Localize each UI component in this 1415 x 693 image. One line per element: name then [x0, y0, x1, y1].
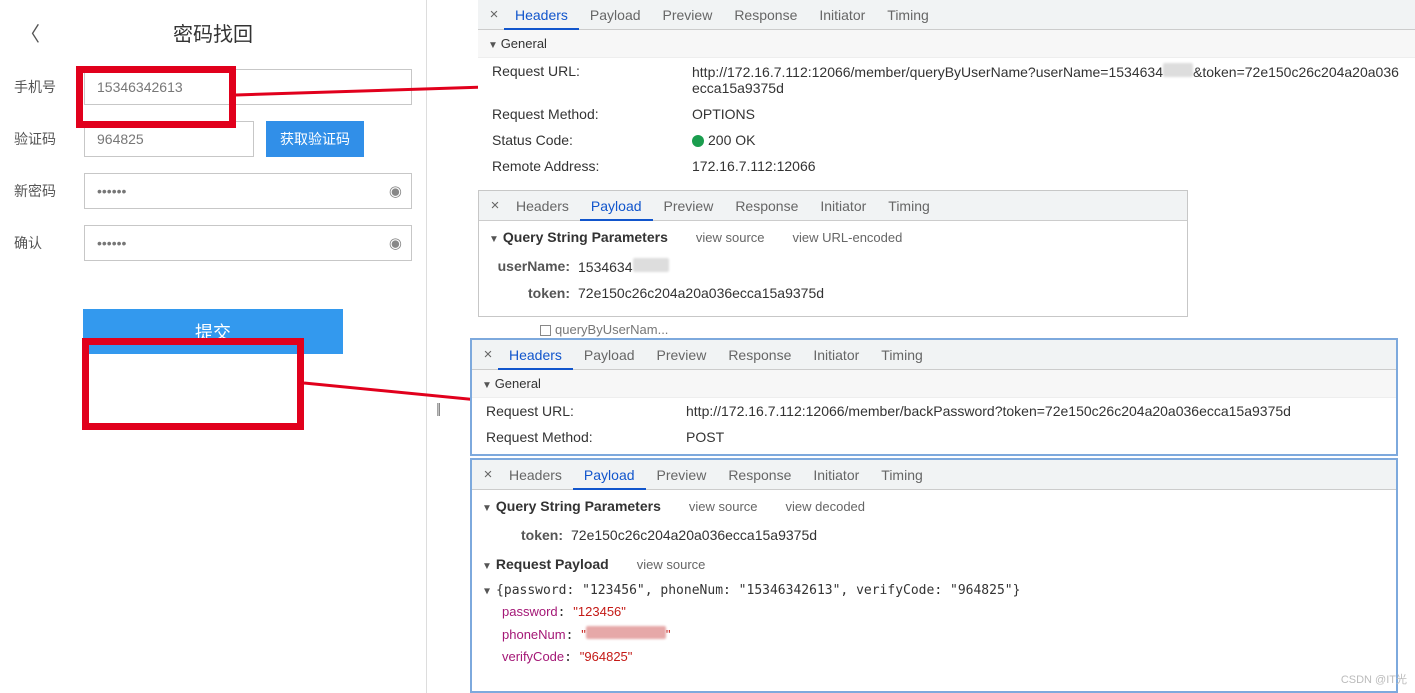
username-key: userName: — [493, 258, 578, 275]
general-section[interactable]: General — [472, 370, 1396, 398]
tab-preview[interactable]: Preview — [653, 191, 725, 221]
page-title: 密码找回 — [20, 18, 406, 47]
view-url-encoded-link[interactable]: view URL-encoded — [793, 230, 903, 245]
get-code-button[interactable]: 获取验证码 — [266, 121, 364, 157]
code-row: 验证码 获取验证码 — [0, 113, 426, 165]
phone-input[interactable] — [84, 69, 412, 105]
token-key: token: — [493, 285, 578, 301]
tab-initiator[interactable]: Initiator — [809, 191, 877, 221]
newpwd-label: 新密码 — [14, 181, 84, 201]
req-method-label: Request Method: — [492, 106, 692, 122]
tab-payload[interactable]: Payload — [580, 191, 653, 221]
drag-handle-icon[interactable]: || — [436, 400, 439, 416]
devtools-panel-2: × Headers Payload Preview Response Initi… — [478, 190, 1188, 317]
devtools-panel-1: × Headers Payload Preview Response Initi… — [478, 0, 1415, 190]
req-url-value: http://172.16.7.112:12066/member/backPas… — [686, 403, 1382, 419]
confirm-row: 确认 ◉ — [0, 217, 426, 269]
view-source-link[interactable]: view source — [689, 499, 758, 514]
tab-preview[interactable]: Preview — [646, 460, 718, 490]
view-decoded-link[interactable]: view decoded — [786, 499, 866, 514]
tab-headers[interactable]: Headers — [498, 340, 573, 370]
req-method-value: OPTIONS — [692, 106, 1401, 122]
req-method-label: Request Method: — [486, 429, 686, 445]
devtools-panel-3: × Headers Payload Preview Response Initi… — [470, 338, 1398, 456]
code-input[interactable] — [84, 121, 254, 157]
payload-raw: {password: "123456", phoneNum: "15346342… — [472, 580, 1396, 601]
close-icon[interactable]: × — [478, 466, 498, 483]
tab-response[interactable]: Response — [717, 340, 802, 370]
code-label: 验证码 — [14, 129, 84, 149]
req-url-value: http://172.16.7.112:12066/member/queryBy… — [692, 63, 1401, 96]
view-source-link[interactable]: view source — [637, 557, 706, 572]
submit-button[interactable]: 提交 — [83, 309, 343, 354]
newpwd-row: 新密码 ◉ — [0, 165, 426, 217]
devtools-panel-4: × Headers Payload Preview Response Initi… — [470, 458, 1398, 693]
tab-initiator[interactable]: Initiator — [802, 460, 870, 490]
username-value: 1534634 — [578, 258, 1173, 275]
status-value: 200 OK — [692, 132, 1401, 148]
password-recovery-form: 〈 密码找回 手机号 验证码 获取验证码 新密码 ◉ 确认 ◉ 提交 — [0, 0, 427, 693]
qsp-header[interactable]: Query String Parametersview sourceview U… — [479, 221, 1187, 253]
tab-initiator[interactable]: Initiator — [808, 0, 876, 30]
tab-headers[interactable]: Headers — [505, 191, 580, 221]
newpwd-input[interactable] — [84, 173, 412, 209]
network-request-item[interactable]: queryByUserNam... — [540, 322, 668, 337]
tab-headers[interactable]: Headers — [504, 0, 579, 30]
tab-timing[interactable]: Timing — [877, 191, 941, 221]
eye-icon[interactable]: ◉ — [389, 234, 402, 252]
confirm-input[interactable] — [84, 225, 412, 261]
remote-label: Remote Address: — [492, 158, 692, 174]
tab-payload[interactable]: Payload — [579, 0, 652, 30]
close-icon[interactable]: × — [478, 346, 498, 363]
phone-label: 手机号 — [14, 77, 84, 97]
watermark: CSDN @IT光 — [1341, 671, 1407, 687]
req-method-value: POST — [686, 429, 1382, 445]
req-url-label: Request URL: — [486, 403, 686, 419]
view-source-link[interactable]: view source — [696, 230, 765, 245]
tab-payload[interactable]: Payload — [573, 340, 646, 370]
close-icon[interactable]: × — [485, 197, 505, 214]
devtools-tabs: × Headers Payload Preview Response Initi… — [478, 0, 1415, 30]
tab-initiator[interactable]: Initiator — [802, 340, 870, 370]
tab-headers[interactable]: Headers — [498, 460, 573, 490]
tab-response[interactable]: Response — [723, 0, 808, 30]
tab-timing[interactable]: Timing — [870, 340, 934, 370]
form-header: 〈 密码找回 — [0, 0, 426, 61]
confirm-label: 确认 — [14, 233, 84, 253]
payload-phonenum: phoneNum: "" — [472, 623, 1396, 646]
tab-timing[interactable]: Timing — [870, 460, 934, 490]
tab-response[interactable]: Response — [717, 460, 802, 490]
remote-value: 172.16.7.112:12066 — [692, 158, 1401, 174]
payload-password: password: "123456" — [472, 601, 1396, 623]
tab-timing[interactable]: Timing — [876, 0, 940, 30]
general-section[interactable]: General — [478, 30, 1415, 58]
close-icon[interactable]: × — [484, 6, 504, 23]
tab-preview[interactable]: Preview — [652, 0, 724, 30]
token-key: token: — [486, 527, 571, 543]
tab-payload[interactable]: Payload — [573, 460, 646, 490]
phone-row: 手机号 — [0, 61, 426, 113]
tab-preview[interactable]: Preview — [646, 340, 718, 370]
payload-verifycode: verifyCode: "964825" — [472, 646, 1396, 668]
status-dot-icon — [692, 135, 704, 147]
qsp-header[interactable]: Query String Parametersview sourceview d… — [472, 490, 1396, 522]
tab-response[interactable]: Response — [724, 191, 809, 221]
request-payload-header[interactable]: Request Payloadview source — [472, 548, 1396, 580]
token-value: 72e150c26c204a20a036ecca15a9375d — [578, 285, 1173, 301]
req-url-label: Request URL: — [492, 63, 692, 96]
token-value: 72e150c26c204a20a036ecca15a9375d — [571, 527, 1382, 543]
eye-icon[interactable]: ◉ — [389, 182, 402, 200]
status-label: Status Code: — [492, 132, 692, 148]
